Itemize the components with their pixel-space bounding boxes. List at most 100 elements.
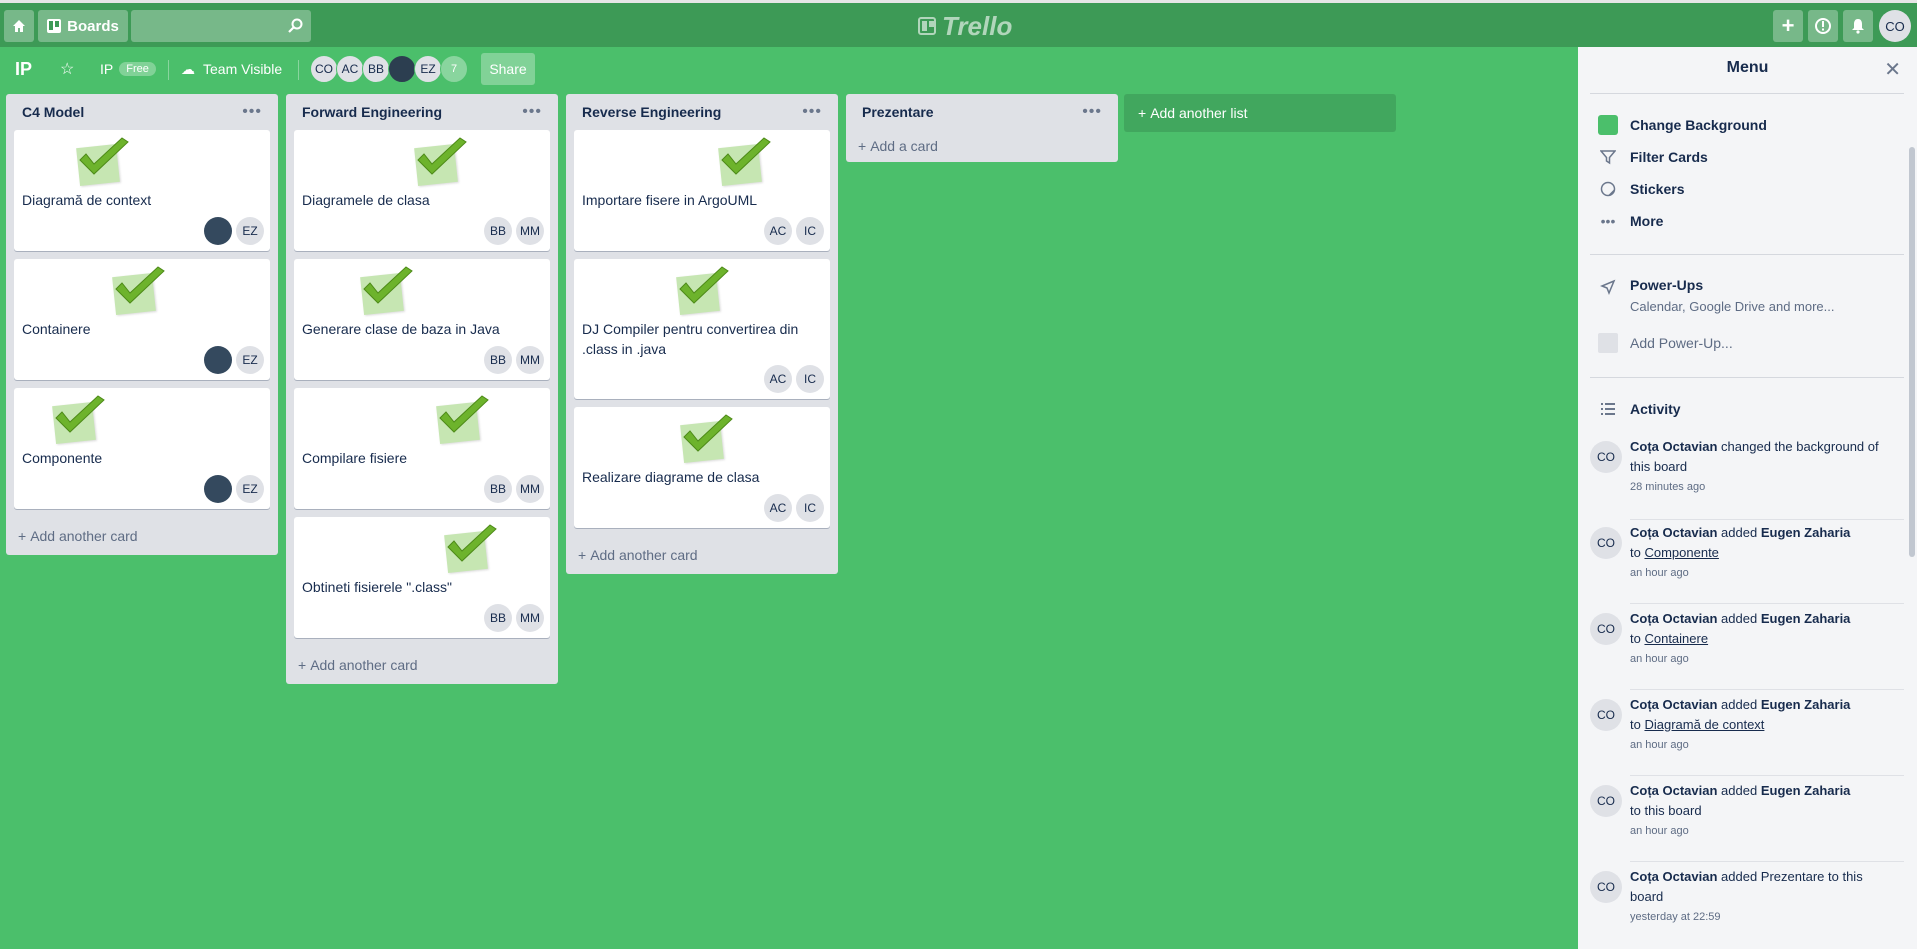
add-list-label: Add another list xyxy=(1150,105,1248,121)
board-title[interactable]: IP xyxy=(15,53,35,85)
activity-target[interactable]: Eugen Zaharia xyxy=(1761,611,1851,626)
member-avatar[interactable]: BB xyxy=(362,55,390,83)
user-avatar[interactable]: CO xyxy=(1879,10,1911,42)
list-header[interactable]: Forward Engineering ••• xyxy=(294,94,550,130)
close-icon[interactable]: ✕ xyxy=(1884,57,1901,82)
card-title: Generare clase de baza in Java xyxy=(302,321,500,337)
add-card-button[interactable]: + Add a card xyxy=(854,130,1110,162)
activity-time[interactable]: yesterday at 22:59 xyxy=(1630,907,1898,927)
trello-logo[interactable]: Trello xyxy=(918,11,1012,41)
list-title[interactable]: Reverse Engineering xyxy=(582,104,721,120)
activity-time[interactable]: an hour ago xyxy=(1630,735,1898,755)
member-avatar[interactable]: CO xyxy=(1590,527,1622,559)
power-ups-item[interactable]: Power-Ups Calendar, Google Drive and mor… xyxy=(1598,277,1835,314)
list-menu-icon[interactable]: ••• xyxy=(522,103,542,121)
divider xyxy=(1590,93,1904,94)
share-button[interactable]: Share xyxy=(481,53,535,85)
activity-user[interactable]: Coța Octavian xyxy=(1630,611,1717,626)
add-card-button[interactable]: + Add another card xyxy=(294,646,550,684)
card[interactable]: Generare clase de baza in Java BB MM xyxy=(294,259,550,380)
member-avatar-photo[interactable] xyxy=(388,55,416,83)
card[interactable]: Obtineti fisierele ".class" BB MM xyxy=(294,517,550,638)
member-avatar[interactable]: AC xyxy=(336,55,364,83)
menu-scrollbar[interactable] xyxy=(1909,147,1915,557)
activity-user[interactable]: Coța Octavian xyxy=(1630,439,1717,454)
checkmark-sticker-icon xyxy=(678,413,734,463)
add-power-up-item[interactable]: Add Power-Up... xyxy=(1598,333,1733,353)
boards-button[interactable]: Boards xyxy=(38,10,128,42)
member-avatar[interactable]: CO xyxy=(1590,785,1622,817)
member-avatar[interactable]: CO xyxy=(1590,441,1622,473)
plus-icon: + xyxy=(1781,13,1795,38)
visibility-button[interactable]: ☁ Team Visible xyxy=(181,53,282,85)
card-title: DJ Compiler pentru convertirea din .clas… xyxy=(582,321,799,357)
home-button[interactable] xyxy=(4,10,34,42)
card[interactable]: Realizare diagrame de clasa AC IC xyxy=(574,407,830,528)
activity-user[interactable]: Coța Octavian xyxy=(1630,783,1717,798)
menu-item-label: Filter Cards xyxy=(1630,149,1708,165)
team-name: IP xyxy=(100,61,114,77)
search-input[interactable] xyxy=(131,10,311,42)
card-title: Diagramă de context xyxy=(22,192,152,208)
member-avatar: IC xyxy=(796,494,824,522)
card[interactable]: DJ Compiler pentru convertirea din .clas… xyxy=(574,259,830,399)
member-avatar: EZ xyxy=(236,475,264,503)
activity-time[interactable]: an hour ago xyxy=(1630,563,1898,583)
more-item[interactable]: ••• More xyxy=(1598,211,1664,231)
card[interactable]: Containere EZ xyxy=(14,259,270,380)
team-button[interactable]: IP Free xyxy=(100,53,156,85)
list-header[interactable]: Reverse Engineering ••• xyxy=(574,94,830,130)
plus-icon: + xyxy=(18,528,27,544)
list-header[interactable]: C4 Model ••• xyxy=(14,94,270,130)
activity-user[interactable]: Coța Octavian xyxy=(1630,697,1717,712)
activity-to: to xyxy=(1630,545,1641,560)
filter-cards-item[interactable]: Filter Cards xyxy=(1598,147,1708,167)
add-card-button[interactable]: + Add another card xyxy=(574,536,830,574)
create-button[interactable]: + xyxy=(1773,10,1803,42)
activity-user[interactable]: Coța Octavian xyxy=(1630,869,1717,884)
card[interactable]: Componente EZ xyxy=(14,388,270,509)
stickers-item[interactable]: Stickers xyxy=(1598,179,1684,199)
card[interactable]: Importare fisere in ArgoUML AC IC xyxy=(574,130,830,251)
change-background-item[interactable]: Change Background xyxy=(1598,115,1767,135)
member-avatar[interactable]: CO xyxy=(310,55,338,83)
card-title: Containere xyxy=(22,321,91,337)
list-header[interactable]: Prezentare ••• xyxy=(854,94,1110,130)
activity-item: CO Coța Octavian added Prezentare to thi… xyxy=(1590,867,1904,947)
more-members-button[interactable]: 7 xyxy=(440,55,468,83)
activity-action: added xyxy=(1721,697,1758,712)
info-button[interactable] xyxy=(1808,10,1838,42)
list-menu-icon[interactable]: ••• xyxy=(1082,103,1102,121)
divider xyxy=(1590,254,1904,255)
activity-card-link[interactable]: Diagramă de context xyxy=(1644,717,1764,732)
checkmark-sticker-icon xyxy=(716,136,772,186)
list-title[interactable]: Forward Engineering xyxy=(302,104,442,120)
member-avatar[interactable]: EZ xyxy=(414,55,442,83)
activity-time[interactable]: an hour ago xyxy=(1630,821,1898,841)
notifications-button[interactable] xyxy=(1843,10,1873,42)
member-avatar[interactable]: CO xyxy=(1590,613,1622,645)
activity-user[interactable]: Coța Octavian xyxy=(1630,525,1717,540)
divider xyxy=(1630,603,1904,604)
activity-target[interactable]: Eugen Zaharia xyxy=(1761,525,1851,540)
member-avatar[interactable]: CO xyxy=(1590,699,1622,731)
activity-target[interactable]: Eugen Zaharia xyxy=(1761,697,1851,712)
activity-time[interactable]: 28 minutes ago xyxy=(1630,477,1898,497)
activity-time[interactable]: an hour ago xyxy=(1630,649,1898,669)
card[interactable]: Compilare fisiere BB MM xyxy=(294,388,550,509)
list-menu-icon[interactable]: ••• xyxy=(242,103,262,121)
card[interactable]: Diagramă de context EZ xyxy=(14,130,270,251)
member-avatar[interactable]: CO xyxy=(1590,871,1622,903)
card[interactable]: Diagramele de clasa BB MM xyxy=(294,130,550,251)
activity-card-link[interactable]: Containere xyxy=(1644,631,1708,646)
add-card-button[interactable]: + Add another card xyxy=(14,517,270,555)
activity-target[interactable]: Eugen Zaharia xyxy=(1761,783,1851,798)
list-menu-icon[interactable]: ••• xyxy=(802,103,822,121)
list-title[interactable]: Prezentare xyxy=(862,104,934,120)
member-avatar: BB xyxy=(484,346,512,374)
star-button[interactable]: ☆ xyxy=(60,53,80,85)
add-list-button[interactable]: + Add another list xyxy=(1124,94,1396,132)
member-avatar: BB xyxy=(484,475,512,503)
list-title[interactable]: C4 Model xyxy=(22,104,84,120)
activity-card-link[interactable]: Componente xyxy=(1644,545,1718,560)
